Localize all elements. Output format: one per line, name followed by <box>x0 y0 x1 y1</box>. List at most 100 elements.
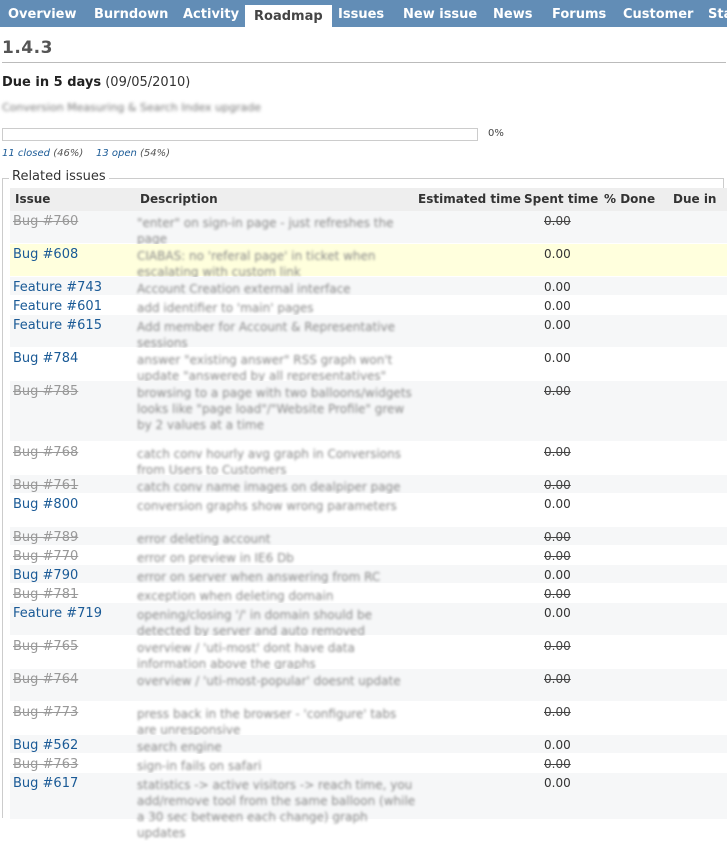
closed-issues-link[interactable]: 11 closed <box>2 148 50 159</box>
table-row: Bug #763 sign-in fails on safari 0.00 <box>10 754 727 773</box>
spent-time-value: 0.00 <box>544 757 571 771</box>
issue-description: overview / 'uti-most' dont have data inf… <box>137 641 355 671</box>
related-issues-legend: Related issues <box>9 169 109 184</box>
due-info: Due in 5 days (09/05/2010) <box>2 75 190 90</box>
spent-time-value: 0.00 <box>544 214 571 228</box>
spent-time-value: 0.00 <box>544 384 571 398</box>
table-row: Bug #800 conversion graphs show wrong par… <box>10 494 727 527</box>
issue-link[interactable]: Feature #719 <box>13 606 102 621</box>
issue-description: press back in the browser - 'configure' … <box>137 707 397 737</box>
issue-description: catch conv hourly avg graph in Conversio… <box>137 447 401 477</box>
issue-description: exception when deleting domain <box>137 589 334 603</box>
tab-roadmap[interactable]: Roadmap <box>245 5 332 27</box>
issue-link[interactable]: Bug #765 <box>13 639 78 654</box>
version-description: Conversion Measuring & Search Index upgr… <box>2 101 261 114</box>
issue-description: error on preview in IE6 Db <box>137 551 294 565</box>
issue-link[interactable]: Bug #562 <box>13 738 78 753</box>
table-row: Bug #773 press back in the browser - 'con… <box>10 702 727 737</box>
title-divider <box>2 62 726 63</box>
issue-link[interactable]: Bug #781 <box>13 587 78 602</box>
table-row: Feature #719 opening/closing '/' in domai… <box>10 603 727 638</box>
table-row: Bug #770 error on preview in IE6 Db 0.00 <box>10 546 727 565</box>
table-row: Bug #617 statistics -> active visitors ->… <box>10 773 727 840</box>
table-row: Bug #781 exception when deleting domain 0.… <box>10 584 727 603</box>
issue-link[interactable]: Bug #773 <box>13 705 78 720</box>
table-row: Feature #743 Account Creation external in… <box>10 277 727 296</box>
spent-time-value: 0.00 <box>544 568 571 582</box>
table-row: Bug #785 browsing to a page with two ball… <box>10 381 727 442</box>
tab-sta[interactable]: Sta <box>708 0 727 27</box>
issue-description: CIABAS: no 'referal page' in ticket when… <box>137 249 376 279</box>
issue-description: error deleting account <box>137 532 271 546</box>
issue-link[interactable]: Bug #784 <box>13 351 78 366</box>
tab-overview[interactable]: Overview <box>8 0 77 27</box>
issue-link[interactable]: Bug #760 <box>13 214 78 229</box>
issue-description: conversion graphs show wrong parameters <box>137 499 397 513</box>
spent-time-value: 0.00 <box>544 672 571 686</box>
tab-burndown[interactable]: Burndown <box>94 0 168 27</box>
issue-description: search engine <box>137 740 222 754</box>
main-menu: Overview Burndown Activity Roadmap Issues New… <box>0 0 727 27</box>
open-issues-link[interactable]: 13 open <box>96 148 137 159</box>
column-spent-time[interactable]: Spent time <box>524 188 598 211</box>
table-row: Bug #789 error deleting account 0.00 <box>10 527 727 546</box>
column-estimated-time[interactable]: Estimated time <box>418 188 521 211</box>
issue-link[interactable]: Bug #768 <box>13 445 78 460</box>
issue-link[interactable]: Bug #764 <box>13 672 78 687</box>
tab-customer[interactable]: Customer <box>623 0 693 27</box>
issue-counts: 11 closed (46%) 13 open (54%) <box>2 148 170 159</box>
table-row: Bug #784 answer "existing answer" RSS gra… <box>10 348 727 383</box>
related-issues-table: Issue Description Estimated time Spent t… <box>10 188 727 840</box>
tab-forums[interactable]: Forums <box>552 0 606 27</box>
spent-time-value: 0.00 <box>544 606 571 620</box>
version-title: 1.4.3 <box>2 38 53 58</box>
spent-time-value: 0.00 <box>544 351 571 365</box>
spent-time-value: 0.00 <box>544 497 571 511</box>
column-percent-done[interactable]: % Done <box>604 188 655 211</box>
column-description[interactable]: Description <box>140 188 218 211</box>
spent-time-value: 0.00 <box>544 318 571 332</box>
issue-link[interactable]: Feature #601 <box>13 299 102 314</box>
issue-link[interactable]: Feature #743 <box>13 280 102 295</box>
column-issue[interactable]: Issue <box>15 188 50 211</box>
table-body: Bug #760 "enter" on sign-in page - just r… <box>10 211 727 840</box>
column-due-in[interactable]: Due in <box>673 188 716 211</box>
progress-bar <box>2 128 478 141</box>
tab-activity[interactable]: Activity <box>183 0 239 27</box>
issue-link[interactable]: Bug #770 <box>13 549 78 564</box>
tab-issues[interactable]: Issues <box>338 0 384 27</box>
progress-percent: 0% <box>488 128 504 139</box>
closed-issues-percent: (46%) <box>53 148 84 159</box>
table-row: Bug #765 overview / 'uti-most' dont have … <box>10 636 727 671</box>
issue-description: statistics -> active visitors -> reach t… <box>137 778 416 840</box>
table-row: Bug #562 search engine 0.00 <box>10 735 727 754</box>
tab-news[interactable]: News <box>493 0 532 27</box>
issue-link[interactable]: Feature #615 <box>13 318 102 333</box>
issue-link[interactable]: Bug #785 <box>13 384 78 399</box>
due-date: (09/05/2010) <box>105 75 191 90</box>
issue-link[interactable]: Bug #789 <box>13 530 78 545</box>
spent-time-value: 0.00 <box>544 530 571 544</box>
issue-link[interactable]: Bug #761 <box>13 478 78 493</box>
issue-description: sign-in fails on safari <box>137 759 262 773</box>
open-issues-percent: (54%) <box>140 148 171 159</box>
issue-description: Add member for Account & Representative … <box>137 320 395 350</box>
table-row: Bug #790 error on server when answering f… <box>10 565 727 584</box>
table-row: Feature #615 Add member for Account & Rep… <box>10 315 727 350</box>
spent-time-value: 0.00 <box>544 639 571 653</box>
tab-new-issue[interactable]: New issue <box>403 0 477 27</box>
issue-link[interactable]: Bug #800 <box>13 497 78 512</box>
issue-description: browsing to a page with two balloons/wid… <box>137 386 412 432</box>
spent-time-value: 0.00 <box>544 738 571 752</box>
issue-description: Account Creation external interface <box>137 282 351 296</box>
issue-link[interactable]: Bug #763 <box>13 757 78 772</box>
issue-description: "enter" on sign-in page - just refreshes… <box>137 216 394 246</box>
issue-link[interactable]: Bug #608 <box>13 247 78 262</box>
spent-time-value: 0.00 <box>544 549 571 563</box>
spent-time-value: 0.00 <box>544 705 571 719</box>
spent-time-value: 0.00 <box>544 478 571 492</box>
table-row: Bug #760 "enter" on sign-in page - just r… <box>10 211 727 246</box>
issue-link[interactable]: Bug #617 <box>13 776 78 791</box>
issue-description: catch conv name images on dealpiper page <box>137 480 401 494</box>
issue-link[interactable]: Bug #790 <box>13 568 78 583</box>
